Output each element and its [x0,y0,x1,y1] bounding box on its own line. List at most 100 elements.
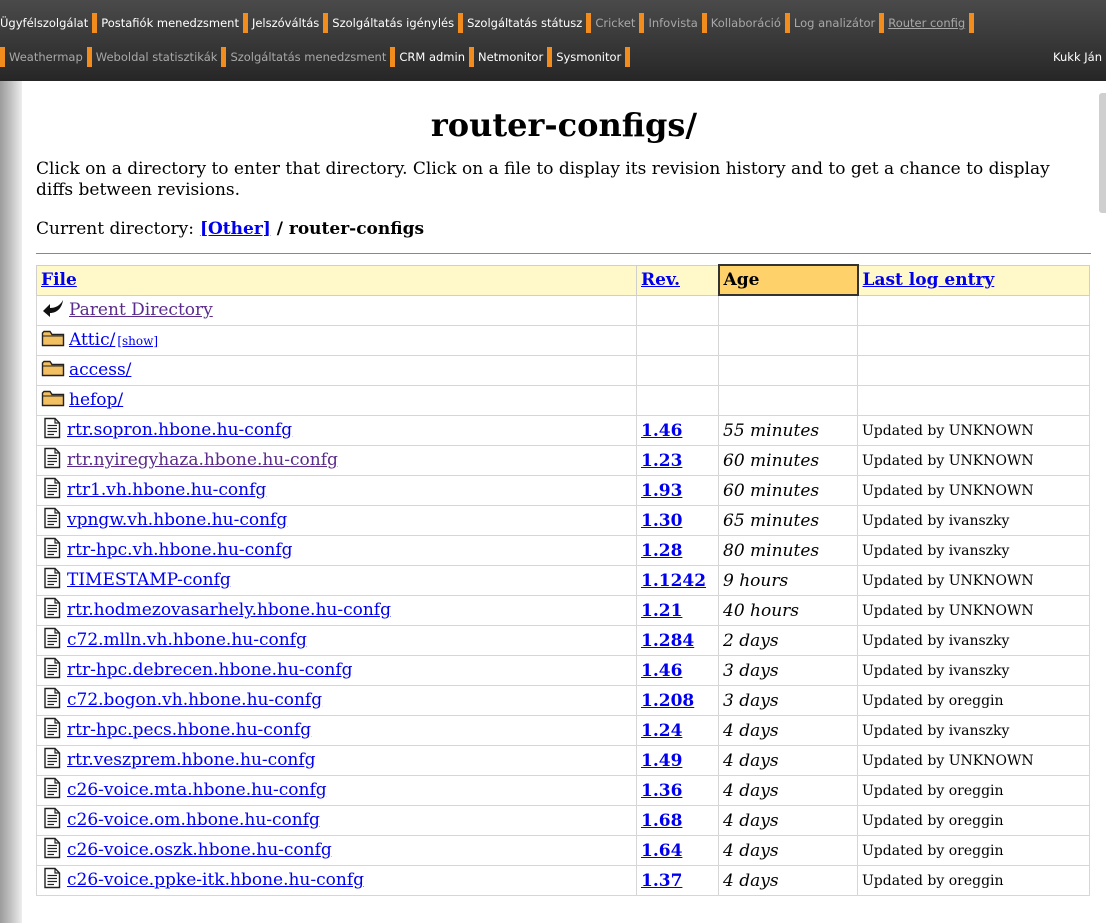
nav-link-szolg-ltat-s-ig-nyl-s[interactable]: Szolgáltatás igénylés [332,10,454,36]
nav-link-router-config[interactable]: Router config [888,10,965,36]
cell-age [718,355,858,386]
table-row: rtr1.vh.hbone.hu-confg 1.93 60 minutes Upda… [36,475,1090,506]
revision-link[interactable]: 1.28 [641,541,682,561]
col-header-age[interactable]: Age [717,264,859,296]
scrollbar[interactable] [1099,93,1106,213]
directory-link[interactable]: Attic/ [69,330,115,350]
revision-link[interactable]: 1.24 [641,721,682,741]
file-icon[interactable] [41,747,63,774]
revision-link[interactable]: 1.46 [641,661,682,681]
nav-link-infovista[interactable]: Infovista [648,10,697,36]
file-link[interactable]: rtr.hodmezovasarhely.hbone.hu-confg [67,600,391,620]
revision-link[interactable]: 1.36 [641,781,682,801]
cell-age: 80 minutes [718,535,858,566]
file-icon[interactable] [41,837,63,864]
file-link[interactable]: c72.bogon.vh.hbone.hu-confg [67,690,322,710]
revision-link[interactable]: 1.68 [641,811,682,831]
file-link[interactable]: c26-voice.mta.hbone.hu-confg [67,780,327,800]
nav-link-netmonitor[interactable]: Netmonitor [478,44,543,70]
revision-link[interactable]: 1.64 [641,841,682,861]
nav-separator [390,47,396,67]
folder-icon[interactable] [41,358,65,383]
file-link[interactable]: rtr.sopron.hbone.hu-confg [67,420,292,440]
file-icon[interactable] [41,717,63,744]
directory-link[interactable]: hefop/ [69,390,123,410]
file-link[interactable]: TIMESTAMP-confg [67,570,231,590]
nav-link--gyf-lszolg-lat[interactable]: Ügyfélszolgálat [0,10,88,36]
table-row: c26-voice.ppke-itk.hbone.hu-confg 1.37 4 d… [36,865,1090,896]
revision-link[interactable]: 1.37 [641,871,682,891]
file-icon[interactable] [41,867,63,894]
breadcrumb-root-link[interactable]: [Other] [200,219,271,239]
nav-link-weathermap[interactable]: Weathermap [9,44,83,70]
cell-log [857,385,1090,416]
col-header-log[interactable]: Last log entry [857,264,1090,296]
nav-link-sysmonitor[interactable]: Sysmonitor [556,44,621,70]
sort-by-log-link[interactable]: Last log entry [863,270,995,290]
file-icon[interactable] [41,597,63,624]
user-name[interactable]: Kukk Ján [1053,44,1102,70]
file-link[interactable]: rtr-hpc.debrecen.hbone.hu-confg [67,660,353,680]
file-link[interactable]: rtr.nyiregyhaza.hbone.hu-confg [67,450,338,470]
cell-file: Parent Directory [36,294,637,326]
cell-age: 3 days [718,685,858,716]
nav-link-crm-admin[interactable]: CRM admin [399,44,465,70]
file-icon[interactable] [41,657,63,684]
revision-link[interactable]: 1.30 [641,511,682,531]
file-link[interactable]: rtr-hpc.pecs.hbone.hu-confg [67,720,311,740]
file-link[interactable]: c26-voice.om.hbone.hu-confg [67,810,320,830]
nav-separator [242,13,248,33]
file-link[interactable]: rtr.veszprem.hbone.hu-confg [67,750,316,770]
folder-icon[interactable] [41,328,65,353]
sort-by-file-link[interactable]: File [41,270,77,290]
show-attic-link[interactable]: [show] [117,334,158,348]
file-icon[interactable] [41,507,63,534]
top-navigation-bar: Ügyfélszolgálat Postafiók menedzsment Jels… [0,0,1106,81]
cell-log: Updated by oreggin [857,835,1090,866]
file-icon[interactable] [41,807,63,834]
file-icon[interactable] [41,417,63,444]
nav-separator [969,13,975,33]
sort-by-rev-link[interactable]: Rev. [641,270,680,290]
file-icon[interactable] [41,537,63,564]
cell-log: Updated by UNKNOWN [857,475,1090,506]
revision-link[interactable]: 1.49 [641,751,682,771]
table-row: TIMESTAMP-confg 1.1242 9 hours Updated by U… [36,565,1090,596]
file-link[interactable]: rtr-hpc.vh.hbone.hu-confg [67,540,293,560]
file-icon[interactable] [41,477,63,504]
nav-link-weboldal-statisztik-k[interactable]: Weboldal statisztikák [96,44,218,70]
revision-link[interactable]: 1.208 [641,691,694,711]
nav-link-cricket[interactable]: Cricket [595,10,635,36]
revision-link[interactable]: 1.284 [641,631,694,651]
file-link[interactable]: c72.mlln.vh.hbone.hu-confg [67,630,307,650]
nav-link-log-analiz-tor[interactable]: Log analizátor [794,10,875,36]
cell-file: c26-voice.om.hbone.hu-confg [36,805,637,836]
file-icon[interactable] [41,777,63,804]
nav-link-szolg-ltat-s-menedzsment[interactable]: Szolgáltatás menedzsment [230,44,386,70]
revision-link[interactable]: 1.93 [641,481,682,501]
revision-link[interactable]: 1.1242 [641,571,706,591]
file-icon[interactable] [41,687,63,714]
nav-link-jelsz-v-lt-s[interactable]: Jelszóváltás [252,10,319,36]
col-header-file[interactable]: File [36,264,637,296]
nav-link-postafi-k-menedzsment[interactable]: Postafiók menedzsment [101,10,239,36]
file-icon[interactable] [41,627,63,654]
file-link[interactable]: vpngw.vh.hbone.hu-confg [67,510,287,530]
file-icon[interactable] [41,447,63,474]
file-link[interactable]: rtr1.vh.hbone.hu-confg [67,480,266,500]
nav-link-szolg-ltat-s-st-tusz[interactable]: Szolgáltatás státusz [467,10,582,36]
col-header-rev[interactable]: Rev. [636,264,719,296]
parent-directory-icon[interactable] [41,298,65,323]
file-icon[interactable] [41,567,63,594]
folder-icon[interactable] [41,388,65,413]
cell-rev: 1.36 [636,775,719,806]
revision-link[interactable]: 1.46 [641,421,682,441]
file-link[interactable]: c26-voice.ppke-itk.hbone.hu-confg [67,870,364,890]
revision-link[interactable]: 1.21 [641,601,682,621]
revision-link[interactable]: 1.23 [641,451,682,471]
cell-age: 4 days [718,745,858,776]
directory-link[interactable]: access/ [69,360,131,380]
file-link[interactable]: c26-voice.oszk.hbone.hu-confg [67,840,332,860]
nav-link-kollabor-ci-[interactable]: Kollaboráció [711,10,781,36]
parent-directory-link[interactable]: Parent Directory [69,300,213,320]
